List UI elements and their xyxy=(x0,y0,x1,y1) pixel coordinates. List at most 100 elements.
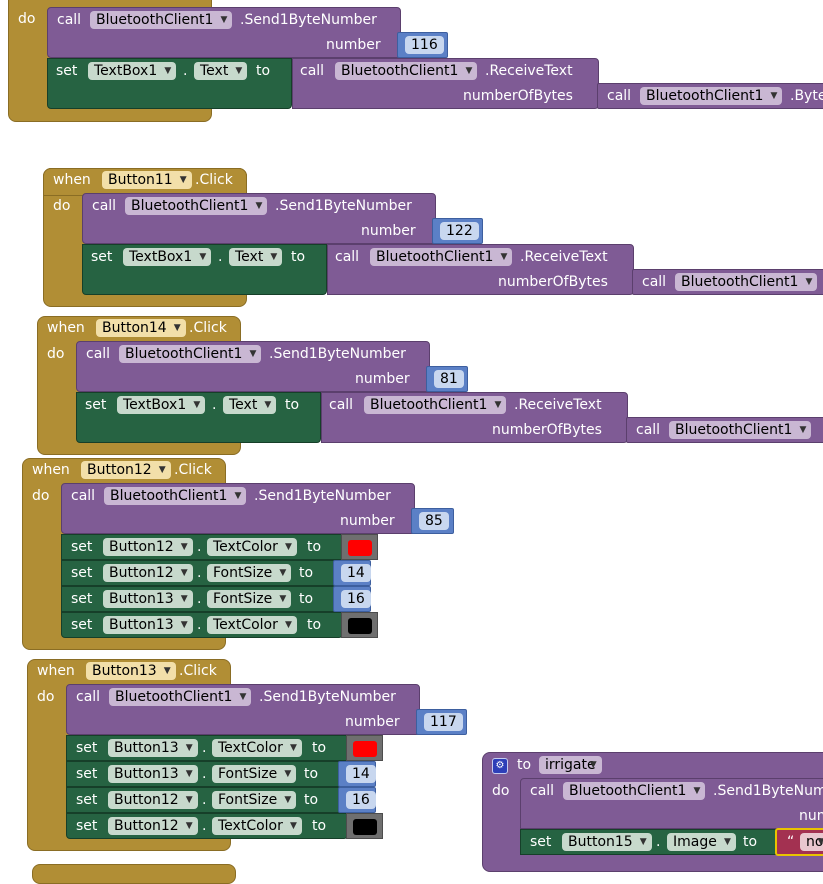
event-component-dropdown[interactable]: Button14 xyxy=(96,319,186,337)
color-block-red[interactable] xyxy=(341,534,378,560)
to-label: to xyxy=(307,539,322,555)
property-dropdown[interactable]: Text xyxy=(229,248,283,266)
set-label: set xyxy=(530,834,552,850)
color-block-black[interactable] xyxy=(341,612,378,638)
black-swatch[interactable] xyxy=(353,819,377,835)
do-label: do xyxy=(492,783,510,799)
number-block[interactable]: 14 xyxy=(333,560,371,586)
component-dropdown[interactable]: BluetoothClient1 xyxy=(364,396,507,414)
property-dropdown[interactable]: FontSize xyxy=(212,791,297,809)
number-of-bytes-label: numberOfBytes xyxy=(463,88,573,104)
number-block[interactable]: 122 xyxy=(432,218,483,244)
number-block[interactable]: 81 xyxy=(426,366,468,392)
set-label: set xyxy=(71,591,93,607)
do-label: do xyxy=(53,198,71,214)
component-dropdown[interactable]: Button13 xyxy=(108,765,198,783)
call-label: call xyxy=(71,488,96,504)
number-block[interactable]: 117 xyxy=(416,709,467,735)
number-block[interactable]: 85 xyxy=(411,508,454,534)
component-dropdown[interactable]: Button12 xyxy=(103,538,193,556)
do-label: do xyxy=(32,488,50,504)
number-value[interactable]: 16 xyxy=(346,791,376,809)
number-block[interactable]: 16 xyxy=(338,787,376,813)
color-block-red[interactable] xyxy=(346,735,383,761)
property-dropdown[interactable]: TextColor xyxy=(207,616,297,634)
number-block[interactable]: 14 xyxy=(338,761,376,787)
number-value[interactable]: 117 xyxy=(424,713,463,731)
event-component-dropdown[interactable]: Button13 xyxy=(86,662,176,680)
number-value[interactable]: 14 xyxy=(346,765,376,783)
component-dropdown[interactable]: BluetoothClient1 xyxy=(90,11,233,29)
event-label: .Click xyxy=(174,462,212,478)
property-dropdown[interactable]: Text xyxy=(194,62,248,80)
component-dropdown[interactable]: BluetoothClient1 xyxy=(335,62,478,80)
number-of-bytes-label: numberOfBytes xyxy=(492,422,602,438)
component-dropdown[interactable]: Button13 xyxy=(108,739,198,757)
number-value[interactable]: 122 xyxy=(440,222,479,240)
black-swatch[interactable] xyxy=(348,618,372,634)
number-value[interactable]: 14 xyxy=(341,564,371,582)
component-dropdown[interactable]: BluetoothClient1 xyxy=(675,273,818,291)
red-swatch[interactable] xyxy=(348,540,372,556)
component-dropdown[interactable]: BluetoothClient1 xyxy=(119,345,262,363)
component-dropdown[interactable]: BluetoothClient1 xyxy=(669,421,812,439)
event-component-dropdown[interactable]: Button12 xyxy=(81,461,171,479)
component-dropdown[interactable]: BluetoothClient1 xyxy=(563,782,706,800)
event-label: .Click xyxy=(195,172,233,188)
procedure-name-field[interactable]: irrigate xyxy=(539,756,602,774)
call-label: call xyxy=(86,346,111,362)
component-dropdown[interactable]: TextBox1 xyxy=(117,396,206,414)
number-value[interactable]: 116 xyxy=(405,36,444,54)
number-label: number xyxy=(340,513,395,529)
event-block-bottom-partial[interactable] xyxy=(32,864,236,884)
component-dropdown[interactable]: Button13 xyxy=(103,616,193,634)
dot-label: . xyxy=(212,397,217,413)
event-component-dropdown[interactable]: Button11 xyxy=(102,171,192,189)
component-dropdown[interactable]: BluetoothClient1 xyxy=(125,197,268,215)
property-dropdown[interactable]: TextColor xyxy=(207,538,297,556)
component-dropdown[interactable]: TextBox1 xyxy=(123,248,212,266)
number-value[interactable]: 85 xyxy=(419,512,449,530)
property-dropdown[interactable]: FontSize xyxy=(212,765,297,783)
component-dropdown[interactable]: BluetoothClient1 xyxy=(640,87,783,105)
number-of-bytes-label: numberOfBytes xyxy=(498,274,608,290)
component-dropdown[interactable]: BluetoothClient1 xyxy=(104,487,247,505)
to-label: to xyxy=(299,591,314,607)
component-dropdown[interactable]: BluetoothClient1 xyxy=(370,248,513,266)
component-dropdown[interactable]: BluetoothClient1 xyxy=(109,688,252,706)
method-label: .Send1ByteNumber xyxy=(259,689,396,705)
call-label: call xyxy=(530,783,555,799)
method-label: .Send1ByteNumber xyxy=(254,488,391,504)
property-dropdown[interactable]: Image xyxy=(667,833,736,851)
component-dropdown[interactable]: TextBox1 xyxy=(88,62,177,80)
number-block[interactable]: 16 xyxy=(333,586,371,612)
number-label: number xyxy=(361,223,416,239)
component-dropdown[interactable]: Button12 xyxy=(103,564,193,582)
set-label: set xyxy=(56,63,78,79)
number-label: number xyxy=(355,371,410,387)
dot-label: . xyxy=(218,249,223,265)
method-label: .Send1ByteNumber xyxy=(275,198,412,214)
method-label: .ReceiveText xyxy=(520,249,608,265)
component-dropdown[interactable]: Button13 xyxy=(103,590,193,608)
red-swatch[interactable] xyxy=(353,741,377,757)
gear-icon[interactable]: ⚙ xyxy=(492,758,508,774)
color-block-black[interactable] xyxy=(346,813,383,839)
number-value[interactable]: 16 xyxy=(341,590,371,608)
property-dropdown[interactable]: FontSize xyxy=(207,590,292,608)
component-dropdown[interactable]: Button12 xyxy=(108,817,198,835)
number-value[interactable]: 81 xyxy=(434,370,464,388)
number-block[interactable]: 116 xyxy=(397,32,448,58)
event-label: .Click xyxy=(189,320,227,336)
property-dropdown[interactable]: TextColor xyxy=(212,817,302,835)
text-quote: “ xyxy=(787,834,795,850)
property-dropdown[interactable]: Text xyxy=(223,396,277,414)
call-label: call xyxy=(335,249,360,265)
method-label: .Send1ByteNumber xyxy=(269,346,406,362)
property-dropdown[interactable]: TextColor xyxy=(212,739,302,757)
property-dropdown[interactable]: FontSize xyxy=(207,564,292,582)
when-label: when xyxy=(32,462,70,478)
text-value-field[interactable]: no xyxy=(800,833,823,851)
component-dropdown[interactable]: Button12 xyxy=(108,791,198,809)
component-dropdown[interactable]: Button15 xyxy=(562,833,652,851)
